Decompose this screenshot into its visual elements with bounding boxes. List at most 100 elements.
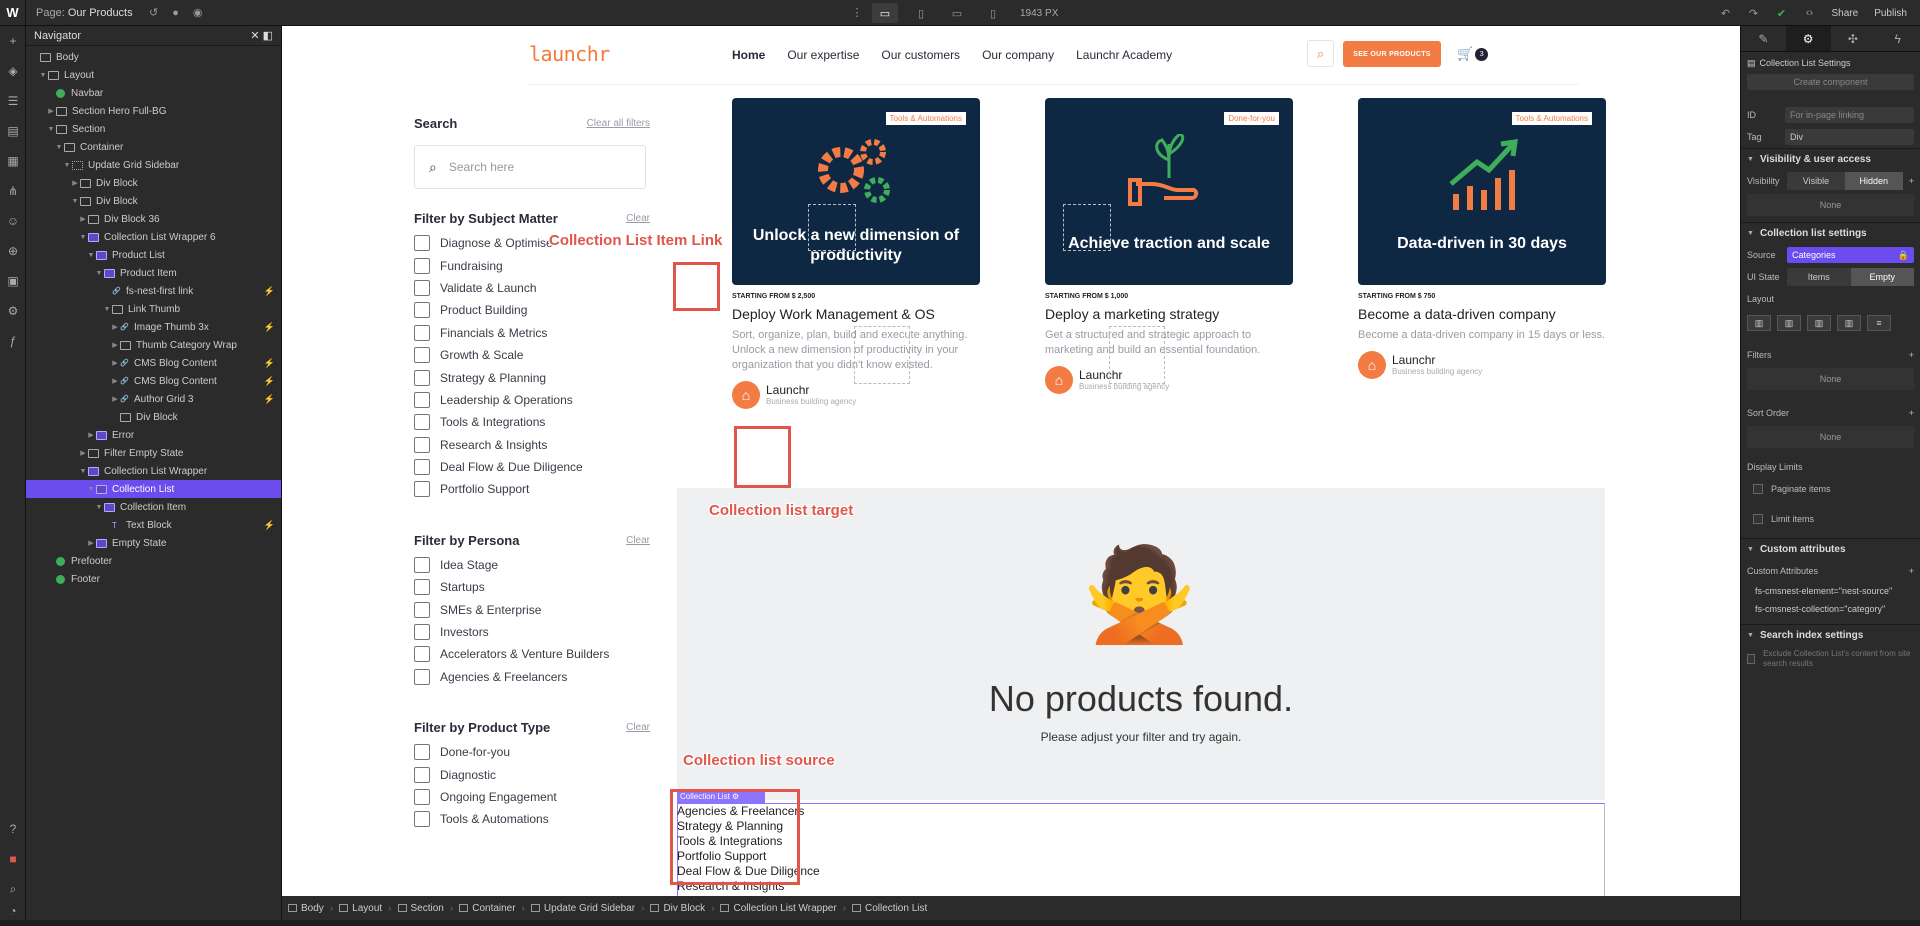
cl-settings-section[interactable]: ▼Collection list settings [1741,222,1920,244]
share-button[interactable]: Share [1827,8,1864,19]
breadcrumb-item[interactable]: Collection List [852,903,927,914]
design-canvas[interactable]: launchr Home Our expertise Our customers… [282,26,1740,896]
paginate-checkbox[interactable] [1753,484,1763,494]
nav-tree-item[interactable]: 🔗fs-nest-first link⚡ [26,282,281,300]
nav-tree-item[interactable]: Div Block [26,408,281,426]
webflow-logo[interactable]: W [0,0,26,26]
filter-option[interactable]: Idea Stage [414,554,650,576]
breadcrumb-item[interactable]: Container [459,903,515,914]
publish-button[interactable]: Publish [1869,8,1912,19]
nav-tree-item[interactable]: ▼Collection List Wrapper 6 [26,228,281,246]
tag-select[interactable]: Div [1785,129,1914,145]
caret-down-icon[interactable]: ▼ [62,162,72,169]
search-index-section[interactable]: ▼Search index settings [1741,624,1920,646]
filter-option[interactable]: Tools & Integrations [414,411,650,433]
limit-checkbox[interactable] [1753,514,1763,524]
nav-tree-item[interactable]: Footer [26,570,281,588]
exclude-row[interactable]: Exclude Collection List's content from s… [1741,646,1920,672]
visibility-section[interactable]: ▼Visibility & user access [1741,148,1920,170]
undo-icon[interactable]: ↶ [1715,2,1737,24]
nav-tree-item[interactable]: ▶🔗Image Thumb 3x⚡ [26,318,281,336]
filter-option[interactable]: Done-for-you [414,741,650,763]
exclude-checkbox[interactable] [1747,654,1755,664]
filter-checkbox[interactable] [414,258,430,274]
filter-option[interactable]: Financials & Metrics [414,322,650,344]
caret-right-icon[interactable]: ▶ [78,215,88,223]
audit-icon[interactable]: ◔ [0,896,26,926]
hidden-option[interactable]: Hidden [1845,172,1903,190]
nav-tree-item[interactable]: ▼Div Block [26,192,281,210]
filter-checkbox[interactable] [414,302,430,318]
clear-all-filters-link[interactable]: Clear all filters [587,118,650,129]
empty-option[interactable]: Empty [1851,268,1915,286]
nav-tree-item[interactable]: ▼Container [26,138,281,156]
items-option[interactable]: Items [1787,268,1851,286]
filter-option[interactable]: Investors [414,621,650,643]
caret-right-icon[interactable]: ▶ [46,107,56,115]
filter-option[interactable]: Strategy & Planning [414,366,650,388]
layout-4col-icon[interactable]: ▥ [1807,315,1831,331]
filter-checkbox[interactable] [414,669,430,685]
card-author[interactable]: ⌂LaunchrBusiness building agency [1358,351,1606,379]
filter-checkbox[interactable] [414,789,430,805]
preview-icon[interactable]: ◉ [187,2,209,24]
page-selector[interactable]: Page: Our Products [26,7,143,19]
add-filter-icon[interactable]: + [1909,350,1914,360]
menu-item-expertise[interactable]: Our expertise [787,48,859,62]
filter-checkbox[interactable] [414,811,430,827]
caret-down-icon[interactable]: ▼ [46,126,56,133]
nav-tree-item[interactable]: Prefooter [26,552,281,570]
caret-right-icon[interactable]: ▶ [110,341,120,349]
caret-right-icon[interactable]: ▶ [70,179,80,187]
menu-item-company[interactable]: Our company [982,48,1054,62]
filter-option[interactable]: Product Building [414,299,650,321]
caret-down-icon[interactable]: ▼ [94,504,104,511]
nav-tree-item[interactable]: ▶Div Block [26,174,281,192]
card-author[interactable]: ⌂LaunchrBusiness building agency [1045,366,1293,394]
apps-icon[interactable]: ƒ [0,326,26,356]
nav-tree-item[interactable]: ▼Section [26,120,281,138]
menu-item-customers[interactable]: Our customers [881,48,960,62]
interactions-tab-icon[interactable]: ✣ [1831,26,1876,51]
caret-down-icon[interactable]: ▼ [38,72,48,79]
clear-filter-link[interactable]: Clear [626,213,650,224]
menu-item-home[interactable]: Home [732,48,765,62]
caret-down-icon[interactable]: ▼ [86,252,96,259]
caret-right-icon[interactable]: ▶ [86,431,96,439]
filter-checkbox[interactable] [414,414,430,430]
nav-tree-item[interactable]: TText Block⚡ [26,516,281,534]
more-options-icon[interactable]: ⋮ [846,2,868,24]
nav-tree-item[interactable]: ▶Div Block 36 [26,210,281,228]
card-title[interactable]: Deploy Work Management & OS [732,306,980,322]
caret-right-icon[interactable]: ▶ [110,359,120,367]
code-icon[interactable]: ‹› [1799,2,1821,24]
nav-tree-item[interactable]: ▶🔗CMS Blog Content⚡ [26,354,281,372]
see-products-button[interactable]: SEE OUR PRODUCTS [1343,41,1441,67]
nav-tree-item[interactable]: ▼Collection List [26,480,281,498]
custom-attrs-section[interactable]: ▼Custom attributes [1741,538,1920,560]
clear-filter-link[interactable]: Clear [626,722,650,733]
pages-icon[interactable]: ▤ [0,116,26,146]
caret-down-icon[interactable]: ▼ [94,270,104,277]
settings-tab-icon[interactable]: ⚙ [1786,26,1831,51]
nav-tree-item[interactable]: ▼Collection Item [26,498,281,516]
filter-checkbox[interactable] [414,624,430,640]
nav-tree-item[interactable]: ▶Filter Empty State [26,444,281,462]
close-icon[interactable]: ✕ ◧ [250,29,273,42]
nav-tree-item[interactable]: ▼Product List [26,246,281,264]
layout-3col-icon[interactable]: ▥ [1777,315,1801,331]
filter-checkbox[interactable] [414,557,430,573]
caret-down-icon[interactable]: ▼ [54,144,64,151]
filter-checkbox[interactable] [414,646,430,662]
card-thumbnail[interactable]: Tools & AutomationsUnlock a new dimensio… [732,98,980,285]
add-elements-icon[interactable]: + [0,26,26,56]
cart-icon[interactable]: 🛒3 [1457,46,1488,62]
ecommerce-icon[interactable]: ⊕ [0,236,26,266]
nav-tree-item[interactable]: ▶🔗CMS Blog Content⚡ [26,372,281,390]
filter-checkbox[interactable] [414,602,430,618]
filter-checkbox[interactable] [414,744,430,760]
filter-option[interactable]: Ongoing Engagement [414,786,650,808]
mobile-landscape-icon[interactable]: ▭ [944,3,970,23]
card-title[interactable]: Become a data-driven company [1358,306,1606,322]
caret-right-icon[interactable]: ▶ [110,395,120,403]
